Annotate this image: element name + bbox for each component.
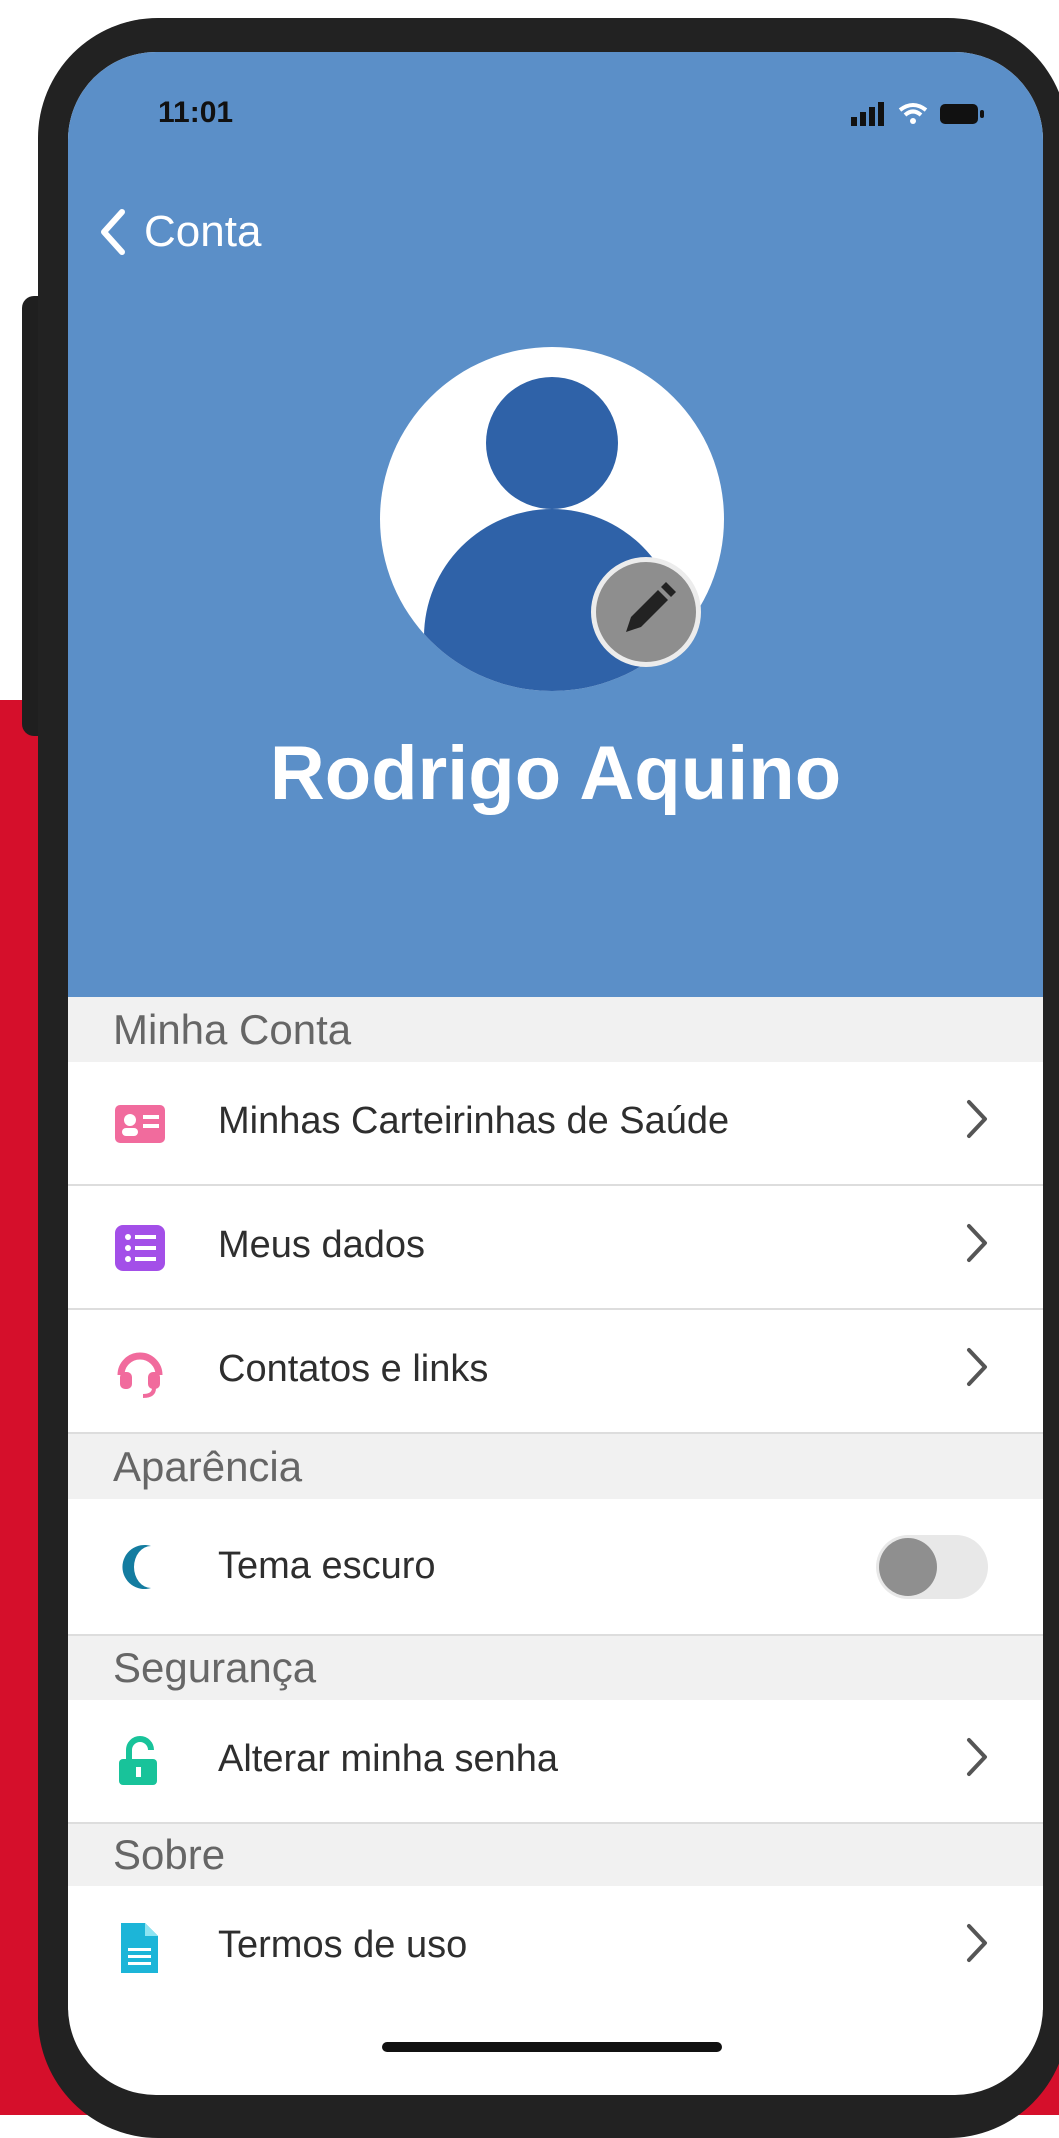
- dark-theme-label: Tema escuro: [218, 1545, 436, 1587]
- avatar-head-shape: [486, 377, 618, 509]
- menu-item-dark-theme[interactable]: Tema escuro: [68, 1499, 1043, 1636]
- contacts-links-label: Contatos e links: [218, 1348, 489, 1390]
- back-label: Conta: [144, 207, 262, 256]
- profile-header: 11:01 Conta Rodrigo Aquino: [68, 52, 1043, 997]
- menu-item-terms[interactable]: Termos de uso: [68, 1886, 1043, 2010]
- dark-theme-toggle[interactable]: [876, 1535, 988, 1599]
- phone-screen: 11:01 Conta Rodrigo Aquino Minha Conta M…: [68, 52, 1043, 2095]
- chevron-right-icon: [967, 1224, 987, 1262]
- chevron-right-icon: [967, 1348, 987, 1386]
- pencil-icon: [626, 582, 676, 632]
- home-indicator[interactable]: [382, 2042, 722, 2052]
- back-chevron-icon: [101, 209, 125, 255]
- menu-item-health-cards[interactable]: Minhas Carteirinhas de Saúde: [68, 1062, 1043, 1186]
- section-minha-conta: Minha Conta: [68, 997, 1043, 1062]
- status-icons: [851, 102, 985, 126]
- list-icon: [115, 1225, 165, 1271]
- moon-icon: [122, 1545, 151, 1589]
- unlock-icon: [119, 1736, 157, 1785]
- menu-item-change-password[interactable]: Alterar minha senha: [68, 1700, 1043, 1824]
- terms-label: Termos de uso: [218, 1924, 468, 1966]
- section-aparencia: Aparência: [68, 1434, 1043, 1499]
- document-icon: [121, 1923, 158, 1973]
- chevron-right-icon: [967, 1738, 987, 1776]
- chevron-right-icon: [967, 1924, 987, 1962]
- toggle-knob: [879, 1538, 937, 1596]
- headset-icon: [117, 1352, 163, 1398]
- id-card-icon: [115, 1105, 165, 1143]
- battery-icon: [940, 104, 984, 124]
- menu-item-my-data[interactable]: Meus dados: [68, 1186, 1043, 1310]
- health-cards-label: Minhas Carteirinhas de Saúde: [218, 1100, 730, 1142]
- my-data-label: Meus dados: [218, 1224, 426, 1266]
- signal-icon: [851, 102, 884, 126]
- wifi-icon: [898, 103, 928, 124]
- chevron-right-icon: [967, 1100, 987, 1138]
- status-time: 11:01: [158, 96, 234, 129]
- edit-avatar-button[interactable]: [591, 557, 701, 667]
- change-password-label: Alterar minha senha: [218, 1738, 559, 1780]
- section-seguranca: Segurança: [68, 1636, 1043, 1700]
- menu-item-contacts-links[interactable]: Contatos e links: [68, 1310, 1043, 1434]
- back-button[interactable]: Conta: [98, 207, 261, 257]
- section-sobre: Sobre: [68, 1824, 1043, 1886]
- profile-name: Rodrigo Aquino: [269, 731, 842, 816]
